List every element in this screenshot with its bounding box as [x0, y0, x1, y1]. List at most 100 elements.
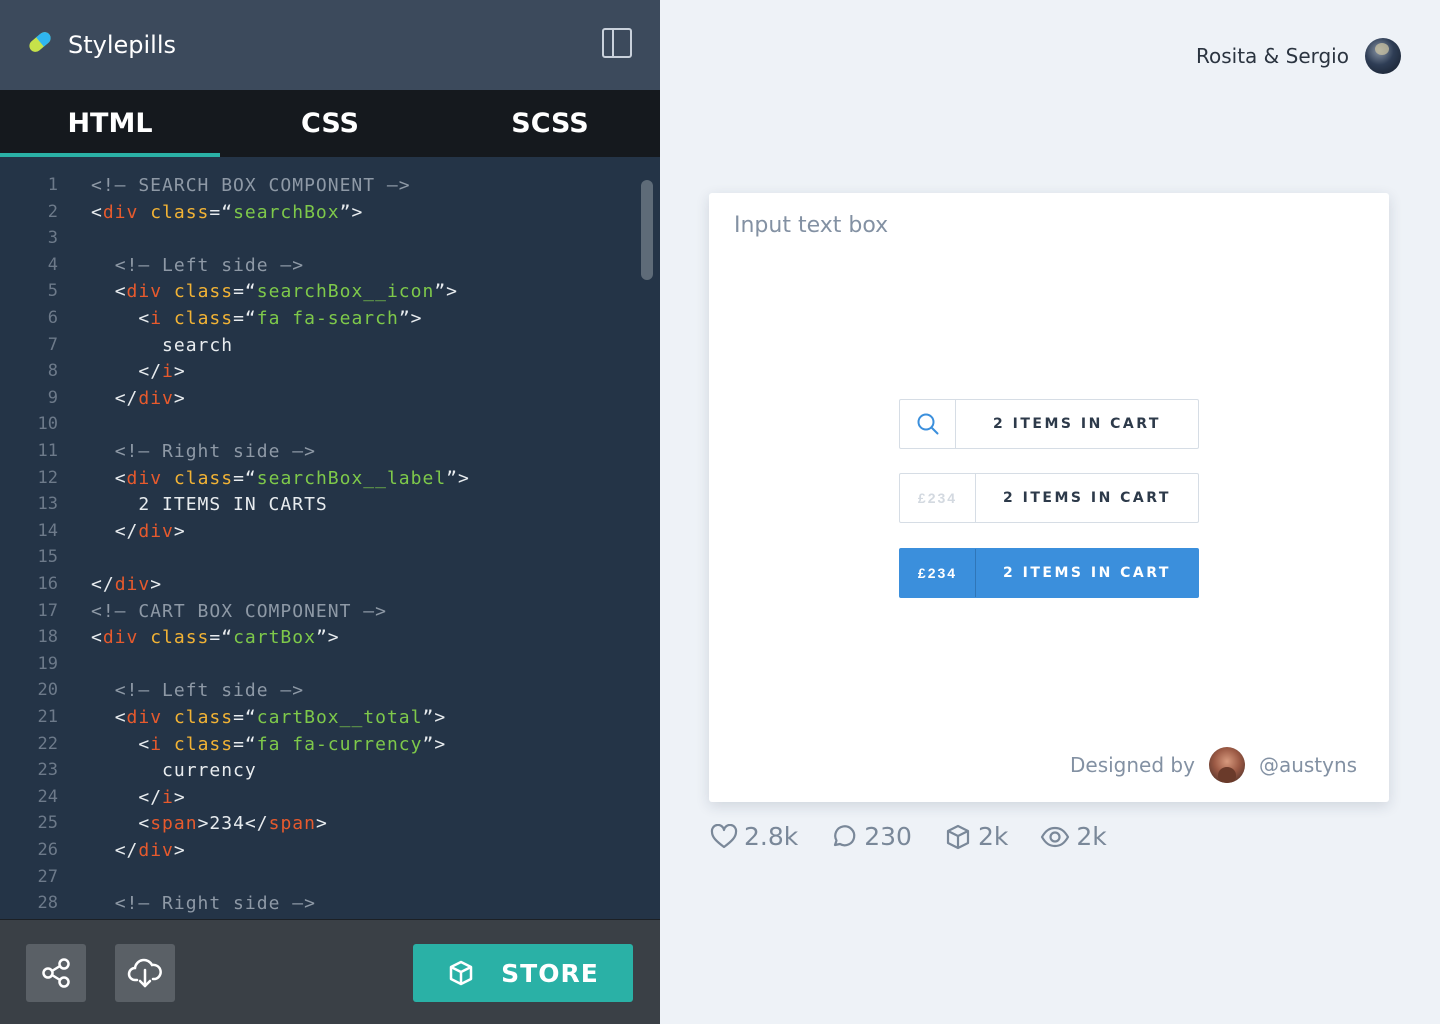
code-text: <!— Right side —> [114, 441, 316, 462]
code-line[interactable]: 15 [0, 547, 640, 573]
code-text: currency [91, 760, 257, 782]
line-number: 3 [47, 228, 58, 249]
code-line[interactable]: 25 <span>234</span> [0, 813, 640, 839]
user-name: Rosita & Sergio [1196, 44, 1349, 68]
code-line[interactable]: 1 <!— SEARCH BOX COMPONENT —> [0, 175, 640, 201]
code-line[interactable]: 9 </div> [0, 388, 640, 414]
code-line[interactable]: 13 2 ITEMS IN CARTS [0, 494, 640, 520]
code-text: </div> [91, 574, 163, 595]
line-number: 28 [37, 893, 58, 914]
code-text: <div class=“cartBox”> [91, 627, 340, 649]
code-line[interactable]: 26 </div> [0, 840, 640, 866]
user-avatar[interactable] [1364, 38, 1401, 74]
code-text: <div class=“searchBox”> [91, 201, 364, 223]
code-line[interactable]: 16 </div> [0, 574, 640, 600]
line-number: 6 [47, 308, 58, 328]
code-line[interactable]: 2 <div class=“searchBox”> [0, 202, 640, 228]
code-text: </i> [138, 361, 186, 383]
line-number: 12 [37, 467, 58, 488]
designer-handle[interactable]: @austyns [1259, 753, 1357, 777]
store-button[interactable]: STORE [413, 944, 633, 1002]
views-count: 2k [1076, 822, 1107, 851]
line-number: 2 [47, 201, 58, 222]
code-text: <div class=“searchBox__icon”> [114, 281, 459, 303]
code-text: <!— SEARCH BOX COMPONENT —> [91, 175, 411, 196]
comment-icon [834, 824, 856, 846]
code-line[interactable]: 10 [0, 414, 640, 440]
share-icon [42, 958, 70, 988]
code-line[interactable]: 22 <i class=“fa fa-currency”> [0, 734, 640, 760]
code-line[interactable]: 24 </i> [0, 787, 640, 813]
code-line[interactable]: 14 </div> [0, 521, 640, 547]
likes-stat[interactable]: 2.8k [710, 822, 798, 851]
line-number: 13 [37, 494, 58, 515]
code-line[interactable]: 19 [0, 654, 640, 680]
search-box-icon-segment [900, 400, 956, 448]
line-number: 1 [47, 175, 58, 195]
code-editor[interactable]: 1 <!— SEARCH BOX COMPONENT —> 2 <div class=… [0, 157, 660, 919]
store-label: STORE [501, 958, 599, 988]
brand[interactable]: Stylepills [26, 28, 176, 61]
share-button[interactable] [26, 944, 86, 1002]
cube-icon [946, 824, 970, 849]
tab-css[interactable]: CSS [220, 90, 440, 157]
code-text: </div> [114, 387, 186, 409]
line-number: 26 [37, 840, 58, 860]
app-name: Stylepills [68, 30, 177, 59]
code-line[interactable]: 8 </i> [0, 361, 640, 387]
eye-icon [1041, 826, 1070, 847]
code-line[interactable]: 5 <div class=“searchBox__icon”> [0, 281, 640, 307]
heart-icon [710, 823, 738, 848]
cart-box-ghost[interactable]: £234 2 ITEMS IN CART [899, 473, 1199, 523]
code-panel: Stylepills HTML CSS SCSS 1 <!— SEARCH BOX… [0, 0, 660, 1024]
search-icon [917, 413, 938, 435]
line-number: 11 [37, 441, 58, 461]
sidebar-toggle-icon[interactable] [602, 28, 632, 58]
comments-stat[interactable]: 230 [830, 822, 912, 851]
code-line[interactable]: 17 <!— CART BOX COMPONENT —> [0, 601, 640, 627]
code-text: <i class=“fa fa-currency”> [138, 733, 447, 755]
code-line[interactable]: 27 [0, 867, 640, 893]
code-text: </i> [138, 786, 186, 808]
line-number: 16 [37, 574, 58, 594]
line-number: 9 [47, 387, 58, 408]
line-number: 18 [37, 627, 58, 648]
code-line[interactable]: 4 <!— Left side —> [0, 255, 640, 281]
code-line[interactable]: 23 currency [0, 760, 640, 786]
line-number: 22 [37, 733, 58, 754]
code-line[interactable]: 12 <div class=“searchBox__label”> [0, 468, 640, 494]
code-line[interactable]: 18 <div class=“cartBox”> [0, 627, 640, 653]
designer-avatar[interactable] [1208, 747, 1245, 783]
code-text: <span>234</span> [138, 813, 328, 835]
tab-scss[interactable]: SCSS [440, 90, 660, 157]
code-text: <!— CART BOX COMPONENT —> [91, 600, 387, 622]
code-line[interactable]: 21 <div class=“cartBox__total”> [0, 707, 640, 733]
code-line[interactable]: 7 search [0, 335, 640, 361]
cart-box-primary[interactable]: £234 2 ITEMS IN CART [899, 548, 1199, 598]
top-bar: Stylepills [0, 0, 660, 90]
views-stat[interactable]: 2k [1040, 822, 1107, 851]
code-line[interactable]: 3 [0, 228, 640, 254]
search-box-component[interactable]: 2 ITEMS IN CART [899, 399, 1199, 449]
language-tabs: HTML CSS SCSS [0, 90, 660, 157]
code-line[interactable]: 20 <!— Left side —> [0, 680, 640, 706]
user-menu[interactable]: Rosita & Sergio [1196, 38, 1401, 74]
cart-total-primary: £234 [900, 549, 976, 597]
download-button[interactable] [115, 944, 175, 1002]
code-text: <!— Right side —> [114, 893, 316, 915]
code-line[interactable]: 11 <!— Right side —> [0, 441, 640, 467]
code-line[interactable]: 6 <i class=“fa fa-search”> [0, 308, 640, 334]
editor-scrollbar[interactable] [641, 180, 653, 280]
code-text: 2 ITEMS IN CARTS [91, 494, 328, 516]
tab-html[interactable]: HTML [0, 90, 220, 157]
cart-label-ghost: 2 ITEMS IN CART [1003, 490, 1171, 506]
line-number: 24 [37, 786, 58, 807]
stores-stat[interactable]: 2k [944, 822, 1008, 851]
preview-card: Input text box 2 ITEMS IN CART £234 2 IT… [709, 193, 1389, 802]
code-line[interactable]: 28 <!— Right side —> [0, 893, 640, 919]
pill-logo-icon [26, 28, 54, 61]
stores-count: 2k [977, 822, 1009, 851]
designer-credit: Designed by @austyns [1070, 747, 1357, 783]
line-number: 27 [37, 866, 58, 887]
code-text: search [91, 334, 234, 356]
